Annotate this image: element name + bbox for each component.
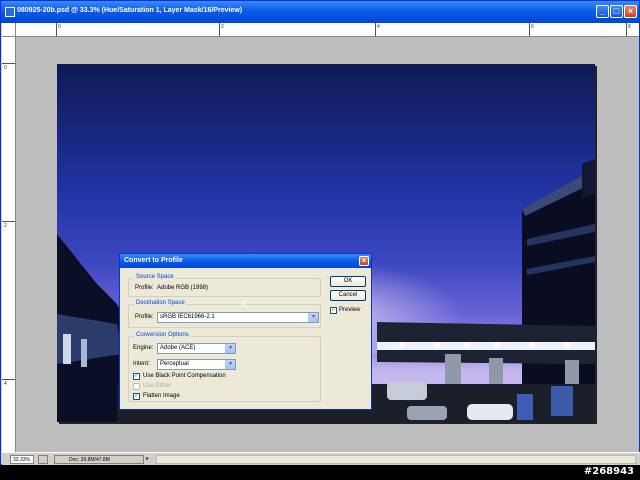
ruler-label: 0	[58, 24, 61, 30]
dither-checkbox[interactable]	[133, 383, 140, 390]
horizontal-scrollbar[interactable]	[156, 455, 636, 464]
ruler-tick	[219, 23, 220, 36]
close-button[interactable]: ×	[624, 5, 637, 18]
title-bar[interactable]: 080925-20b.psd @ 33.3% (Hue/Saturation 1…	[1, 1, 639, 23]
ruler-tick	[2, 379, 15, 380]
ruler-tick	[375, 23, 376, 36]
preview-label[interactable]: Preview	[339, 307, 360, 313]
flatten-image-label[interactable]: Flatten Image	[143, 393, 180, 399]
destination-profile-value: sRGB IEC61966-2.1	[160, 314, 215, 320]
ruler-tick	[2, 63, 15, 64]
dialog-close-button[interactable]: ×	[359, 256, 369, 266]
cancel-button[interactable]: Cancel	[330, 290, 366, 301]
chevron-down-icon[interactable]: ▾	[308, 313, 318, 322]
ruler-tick	[529, 23, 530, 36]
window-title: 080925-20b.psd @ 33.3% (Hue/Saturation 1…	[17, 7, 243, 14]
ruler-tick	[56, 23, 57, 36]
engine-label: Engine:	[133, 345, 154, 351]
destination-profile-select[interactable]: sRGB IEC61966-2.1 ▾	[157, 312, 319, 323]
preview-checkbox[interactable]: ✓	[330, 307, 337, 314]
intent-select[interactable]: Perceptual ▾	[157, 359, 236, 370]
source-profile-value: Adobe RGB (1998)	[157, 285, 209, 291]
ruler-label: 6	[531, 24, 534, 30]
conversion-options-legend: Conversion Options	[134, 332, 191, 338]
engine-value: Adobe (ACE)	[160, 345, 196, 351]
intent-label: Intent:	[133, 361, 150, 367]
watermark-id: #268943	[583, 466, 634, 477]
conversion-options-group: Conversion Options Engine: Adobe (ACE) ▾…	[128, 332, 321, 402]
source-profile-label: Profile:	[135, 285, 154, 291]
dither-label[interactable]: Use Dither	[143, 383, 171, 389]
black-point-label[interactable]: Use Black Point Compensation	[143, 373, 226, 379]
chevron-down-icon[interactable]: ▾	[225, 360, 235, 369]
ruler-label: 8	[628, 24, 631, 30]
document-icon	[5, 7, 15, 17]
intent-value: Perceptual	[160, 361, 189, 367]
horizontal-ruler[interactable]: 0 2 4 6 8	[16, 23, 639, 37]
ruler-label: 4	[4, 381, 7, 387]
info-menu-arrow-icon[interactable]: ▸	[146, 455, 154, 464]
black-point-checkbox[interactable]: ✓	[133, 373, 140, 380]
ruler-tick	[626, 23, 627, 36]
flatten-image-checkbox[interactable]: ✓	[133, 393, 140, 400]
document-info[interactable]: Doc: 39.8M/47.8M	[54, 455, 144, 464]
status-bar: 33.33% Doc: 39.8M/47.8M ▸	[2, 452, 640, 465]
ruler-label: 2	[4, 223, 7, 229]
destination-space-legend: Destination Space	[134, 300, 187, 306]
chevron-down-icon[interactable]: ▾	[225, 344, 235, 353]
engine-select[interactable]: Adobe (ACE) ▾	[157, 343, 236, 354]
mouse-pointer-icon: ⇱	[241, 300, 249, 310]
convert-to-profile-dialog: Convert to Profile × Source Space Profil…	[119, 253, 372, 410]
navigator-button[interactable]	[38, 455, 48, 464]
ruler-label: 0	[4, 65, 7, 71]
ruler-tick	[2, 221, 15, 222]
destination-profile-label: Profile:	[135, 314, 154, 320]
minimize-button[interactable]: _	[596, 5, 609, 18]
source-space-legend: Source Space	[134, 274, 176, 280]
dialog-title-bar[interactable]: Convert to Profile ×	[120, 254, 371, 268]
destination-space-group: Destination Space Profile: sRGB IEC61966…	[128, 300, 321, 328]
zoom-field[interactable]: 33.33%	[10, 455, 34, 464]
vertical-ruler[interactable]: 0 2 4	[2, 37, 16, 452]
ruler-label: 2	[221, 24, 224, 30]
ruler-label: 4	[377, 24, 380, 30]
ruler-origin[interactable]	[2, 23, 16, 37]
maximize-button[interactable]: □	[610, 5, 623, 18]
source-space-group: Source Space Profile: Adobe RGB (1998)	[128, 274, 321, 297]
ok-button[interactable]: OK	[330, 276, 366, 287]
dialog-title: Convert to Profile	[124, 257, 183, 264]
